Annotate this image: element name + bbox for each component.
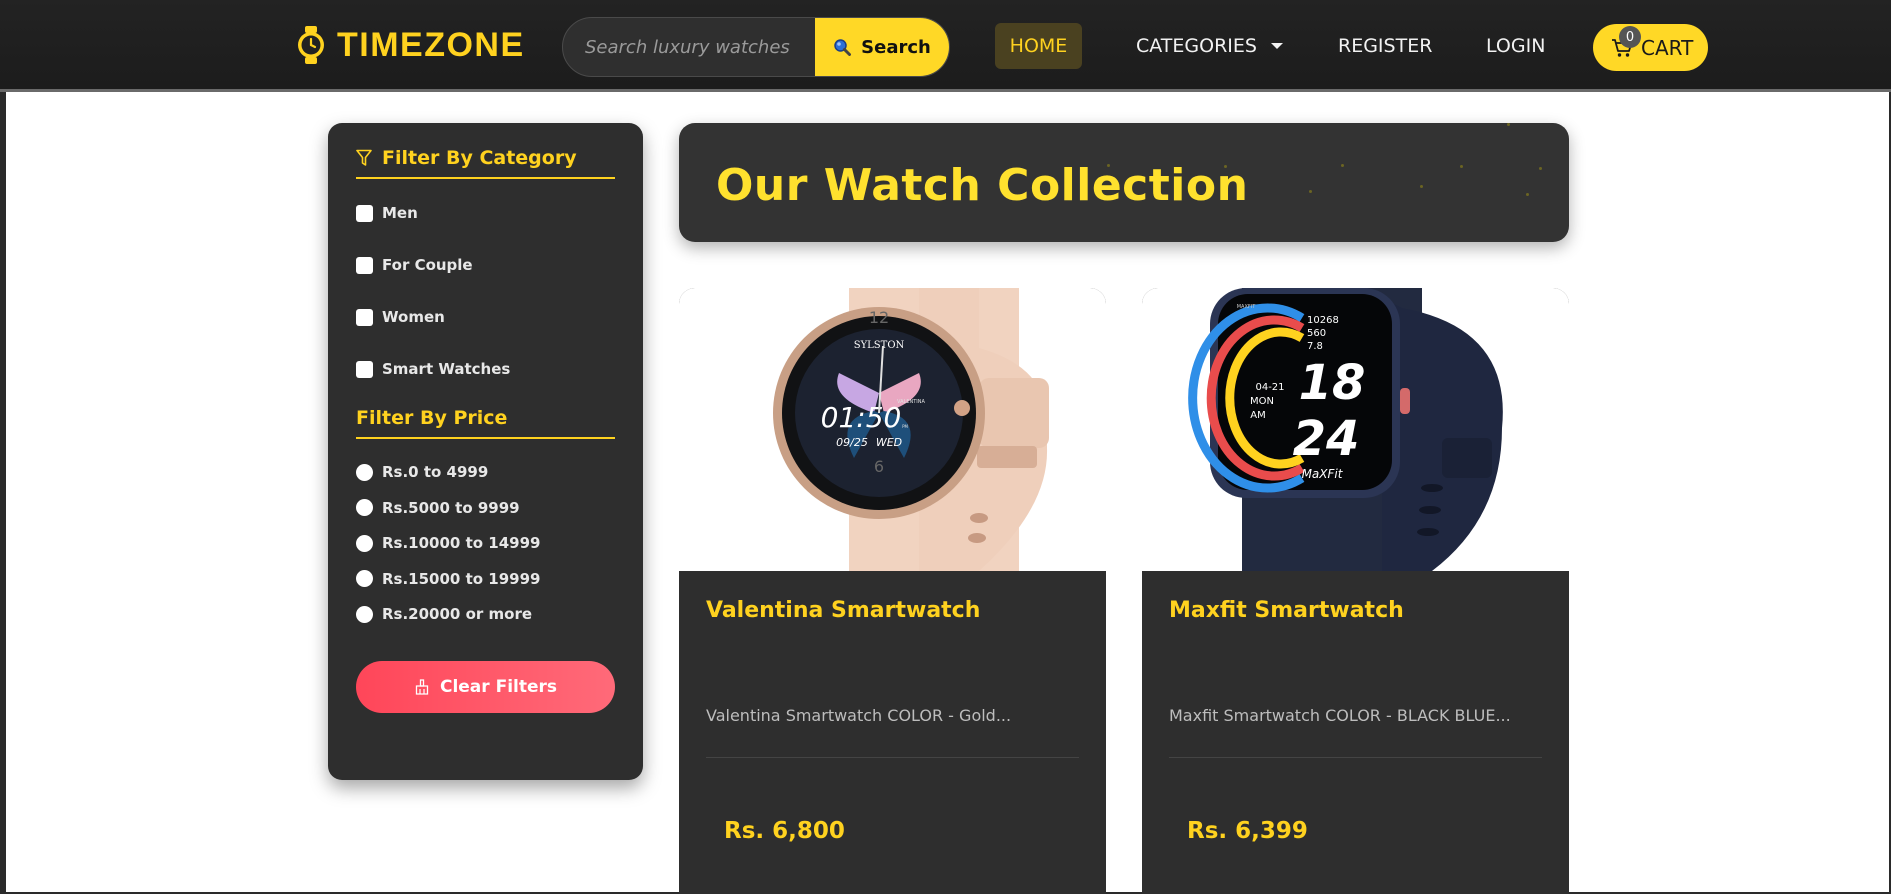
- price-option-5000-9999[interactable]: Rs.5000 to 9999: [356, 497, 615, 519]
- watch-ampm: AM: [1250, 410, 1265, 421]
- radio-button[interactable]: [356, 463, 373, 481]
- decorative-dot: [1539, 167, 1542, 170]
- category-option-for-couple[interactable]: For Couple: [356, 251, 615, 279]
- watch-day: MON: [1250, 396, 1274, 407]
- decorative-dot: [1507, 123, 1510, 126]
- clear-filters-button[interactable]: Clear Filters: [356, 661, 615, 713]
- product-image-valentina[interactable]: SYLSTON 12 6 01:50 09/25 WED VALENTINA P…: [679, 288, 1106, 571]
- watch-hour: 18: [1299, 355, 1366, 411]
- dial-number-6: 6: [874, 457, 884, 476]
- filter-sidebar: Filter By Category Men For Couple Women …: [328, 123, 643, 780]
- price-option-0-4999[interactable]: Rs.0 to 4999: [356, 461, 615, 483]
- watch-brand-text: MAXFIT: [1237, 304, 1257, 310]
- filter-icon: [356, 149, 372, 166]
- price-option-10000-14999[interactable]: Rs.10000 to 14999: [356, 532, 615, 554]
- checkbox[interactable]: [356, 360, 373, 378]
- category-option-women[interactable]: Women: [356, 303, 615, 331]
- cart-label: CART: [1641, 35, 1694, 60]
- price-filter-title: Filter By Price: [356, 407, 508, 429]
- watch-dial-text: VALENTINA: [897, 399, 925, 405]
- nav-login[interactable]: LOGIN: [1486, 23, 1545, 69]
- category-filter-heading: Filter By Category: [356, 147, 615, 179]
- price-label: Rs.10000 to 14999: [382, 534, 541, 552]
- search-bar: Search: [562, 17, 950, 77]
- category-label: Men: [382, 204, 418, 222]
- product-description: Valentina Smartwatch COLOR - Gold...: [706, 706, 1012, 725]
- decorative-dot: [1420, 185, 1423, 188]
- nav-register[interactable]: REGISTER: [1338, 23, 1432, 69]
- product-title[interactable]: Valentina Smartwatch: [706, 598, 980, 623]
- category-option-men[interactable]: Men: [356, 199, 615, 227]
- cart-count-badge: 0: [1619, 26, 1641, 48]
- radio-button[interactable]: [356, 499, 373, 516]
- price-filter-heading: Filter By Price: [356, 407, 615, 439]
- product-card[interactable]: SYLSTON 12 6 01:50 09/25 WED VALENTINA P…: [679, 288, 1106, 894]
- watch-date: 09/25: [836, 436, 868, 449]
- product-card[interactable]: MAXFIT 10268 560 7.8 04-21 MON AM 18 24 …: [1142, 288, 1569, 894]
- checkbox[interactable]: [356, 204, 373, 222]
- watch-day: WED: [876, 436, 902, 449]
- divider: [1169, 757, 1542, 758]
- category-label: Smart Watches: [382, 360, 511, 378]
- clear-filters-label: Clear Filters: [439, 677, 558, 697]
- category-filter-title: Filter By Category: [382, 147, 577, 169]
- watch-steps: 10268: [1307, 315, 1339, 326]
- price-label: Rs.0 to 4999: [382, 463, 489, 481]
- broom-icon: [415, 679, 429, 695]
- checkbox[interactable]: [356, 256, 373, 274]
- price-option-20000-plus[interactable]: Rs.20000 or more: [356, 603, 615, 625]
- radio-button[interactable]: [356, 605, 373, 623]
- brand-logo[interactable]: TIMEZONE: [295, 20, 525, 70]
- watch-time: 01:50: [821, 401, 902, 434]
- watch-date: 04-21: [1255, 382, 1284, 393]
- watch-icon: [298, 26, 324, 64]
- navbar: TIMEZONE Search HOME CATEGORIES REGISTER…: [0, 0, 1891, 92]
- nav-home[interactable]: HOME: [995, 23, 1082, 69]
- watch-ampm: PM: [902, 424, 908, 429]
- category-option-smart-watches[interactable]: Smart Watches: [356, 355, 615, 383]
- decorative-dot: [1460, 165, 1463, 168]
- watch-logo-text: MaXFit: [1302, 467, 1344, 481]
- product-title[interactable]: Maxfit Smartwatch: [1169, 598, 1404, 623]
- window-frame-left: [0, 0, 6, 894]
- divider: [706, 757, 1079, 758]
- watch-minute: 24: [1293, 411, 1360, 467]
- price-option-15000-19999[interactable]: Rs.15000 to 19999: [356, 568, 615, 590]
- decorative-dot: [1526, 193, 1529, 196]
- collection-banner: Our Watch Collection: [679, 123, 1569, 242]
- product-image-maxfit[interactable]: MAXFIT 10268 560 7.8 04-21 MON AM 18 24 …: [1142, 288, 1569, 571]
- watch-calories: 560: [1307, 328, 1326, 339]
- radio-button[interactable]: [356, 534, 373, 552]
- price-label: Rs.15000 to 19999: [382, 569, 541, 588]
- radio-button[interactable]: [356, 570, 373, 587]
- watch-distance: 7.8: [1307, 341, 1323, 352]
- nav-categories-dropdown[interactable]: CATEGORIES: [1136, 23, 1283, 69]
- search-input[interactable]: [563, 18, 815, 76]
- search-button-label: Search: [861, 36, 931, 58]
- price-label: Rs.5000 to 9999: [382, 498, 520, 517]
- product-price: Rs. 6,800: [724, 818, 845, 844]
- caret-down-icon: [1270, 43, 1283, 49]
- cart-button[interactable]: 0 CART: [1593, 24, 1708, 71]
- watch-brand-text: SYLSTON: [854, 340, 905, 351]
- category-label: Women: [382, 308, 445, 326]
- nav-categories-label: CATEGORIES: [1136, 35, 1257, 57]
- decorative-dot: [1309, 190, 1312, 193]
- category-label: For Couple: [382, 256, 473, 274]
- checkbox[interactable]: [356, 308, 373, 326]
- price-list: Rs.0 to 4999 Rs.5000 to 9999 Rs.10000 to…: [356, 461, 615, 625]
- brand-name: TIMEZONE: [337, 25, 525, 64]
- decorative-dot: [1341, 164, 1344, 167]
- search-icon: [834, 39, 852, 56]
- product-price: Rs. 6,399: [1187, 818, 1308, 844]
- dial-number-12: 12: [869, 308, 889, 327]
- category-list: Men For Couple Women Smart Watches: [356, 199, 615, 383]
- page-title: Our Watch Collection: [716, 160, 1249, 211]
- search-button[interactable]: Search: [815, 18, 949, 76]
- product-description: Maxfit Smartwatch COLOR - BLACK BLUE...: [1169, 706, 1511, 725]
- price-label: Rs.20000 or more: [382, 605, 533, 623]
